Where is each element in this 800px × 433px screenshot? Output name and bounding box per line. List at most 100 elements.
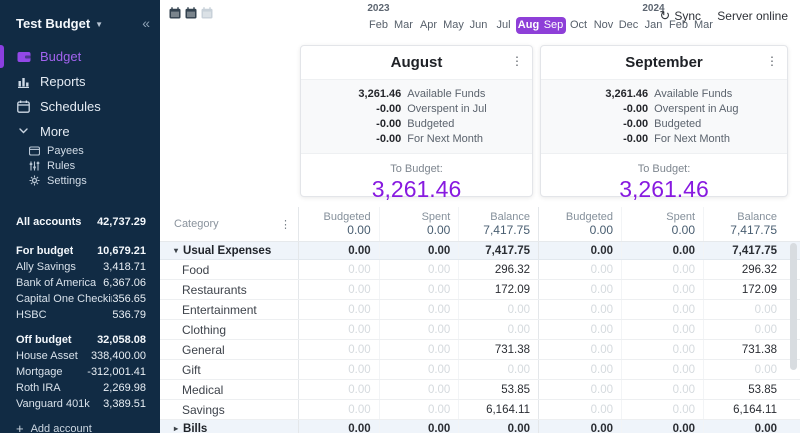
balance-cell[interactable]: 0.00 <box>703 320 785 339</box>
balance-cell[interactable]: 0.00 <box>458 360 538 379</box>
budgeted-cell[interactable]: 0.00 <box>299 340 379 359</box>
month-tab-nov-9[interactable]: Nov <box>591 17 616 34</box>
budgeted-cell[interactable]: 0.00 <box>539 300 621 319</box>
all-accounts-row[interactable]: All accounts 42,737.29 <box>16 214 146 230</box>
month-tab-may-3[interactable]: May <box>441 17 466 34</box>
sidebar-item-budget[interactable]: Budget <box>0 44 160 69</box>
balance-cell[interactable]: 53.85 <box>703 380 785 399</box>
balance-cell[interactable]: 0.00 <box>703 420 785 433</box>
account-row[interactable]: Mortgage-312,001.41 <box>16 364 146 380</box>
budgeted-cell[interactable]: 0.00 <box>539 280 621 299</box>
spent-cell[interactable]: 0.00 <box>379 380 459 399</box>
category-menu-icon[interactable]: ⋮ <box>280 218 291 231</box>
account-row[interactable]: Ally Savings3,418.71 <box>16 259 146 275</box>
balance-cell[interactable]: 0.00 <box>703 360 785 379</box>
account-row[interactable]: Roth IRA2,269.98 <box>16 380 146 396</box>
month-tab-jul-5[interactable]: Jul <box>491 17 516 34</box>
category-name-cell[interactable]: Savings <box>160 400 299 419</box>
spent-cell[interactable]: 0.00 <box>621 360 703 379</box>
spent-cell[interactable]: 0.00 <box>379 320 459 339</box>
balance-cell[interactable]: 296.32 <box>458 260 538 279</box>
budgeted-cell[interactable]: 0.00 <box>539 400 621 419</box>
calendar-toggle-icon-one-month[interactable] <box>169 6 181 24</box>
budgeted-cell[interactable]: 0.00 <box>299 380 379 399</box>
month-tab-oct-8[interactable]: Oct <box>566 17 591 34</box>
spent-cell[interactable]: 0.00 <box>379 242 459 259</box>
balance-cell[interactable]: 6,164.11 <box>703 400 785 419</box>
budgeted-cell[interactable]: 0.00 <box>299 260 379 279</box>
spent-cell[interactable]: 0.00 <box>379 400 459 419</box>
balance-cell[interactable]: 0.00 <box>458 320 538 339</box>
spent-cell[interactable]: 0.00 <box>621 260 703 279</box>
spent-cell[interactable]: 0.00 <box>621 320 703 339</box>
balance-cell[interactable]: 53.85 <box>458 380 538 399</box>
budgeted-cell[interactable]: 0.00 <box>539 320 621 339</box>
budgeted-cell[interactable]: 0.00 <box>539 420 621 433</box>
balance-cell[interactable]: 7,417.75 <box>458 242 538 259</box>
balance-cell[interactable]: 0.00 <box>703 300 785 319</box>
balance-cell[interactable]: 731.38 <box>703 340 785 359</box>
account-group-header[interactable]: Off budget32,058.08 <box>16 332 146 348</box>
spent-cell[interactable]: 0.00 <box>379 260 459 279</box>
budgeted-cell[interactable]: 0.00 <box>299 300 379 319</box>
sidebar-item-rules[interactable]: Rules <box>0 158 160 173</box>
spent-cell[interactable]: 0.00 <box>379 360 459 379</box>
budgeted-cell[interactable]: 0.00 <box>539 242 621 259</box>
spent-cell[interactable]: 0.00 <box>379 420 459 433</box>
budgeted-cell[interactable]: 0.00 <box>539 260 621 279</box>
spent-cell[interactable]: 0.00 <box>379 300 459 319</box>
month-tab-mar-1[interactable]: Mar <box>391 17 416 34</box>
budgeted-cell[interactable]: 0.00 <box>299 360 379 379</box>
budgeted-cell[interactable]: 0.00 <box>299 400 379 419</box>
account-row[interactable]: Bank of America6,367.06 <box>16 275 146 291</box>
balance-cell[interactable]: 172.09 <box>458 280 538 299</box>
to-budget-amount[interactable]: 3,261.46 <box>301 176 532 203</box>
calendar-toggle-icon-three-months[interactable] <box>201 6 213 24</box>
balance-cell[interactable]: 6,164.11 <box>458 400 538 419</box>
month-tab-feb-0[interactable]: Feb <box>366 17 391 34</box>
category-name-cell[interactable]: Clothing <box>160 320 299 339</box>
budgeted-cell[interactable]: 0.00 <box>539 380 621 399</box>
account-row[interactable]: HSBC536.79 <box>16 307 146 323</box>
category-name-cell[interactable]: Medical <box>160 380 299 399</box>
category-name-cell[interactable]: ▾Usual Expenses <box>160 242 299 259</box>
account-row[interactable]: Capital One Checking356.65 <box>16 291 146 307</box>
spent-cell[interactable]: 0.00 <box>621 380 703 399</box>
expand-triangle-icon[interactable]: ▸ <box>174 424 178 433</box>
account-row[interactable]: House Asset338,400.00 <box>16 348 146 364</box>
month-tab-sep-7[interactable]: Sep <box>541 17 566 34</box>
account-row[interactable]: Vanguard 401k3,389.51 <box>16 396 146 412</box>
sidebar-item-settings[interactable]: Settings <box>0 173 160 188</box>
spent-cell[interactable]: 0.00 <box>621 242 703 259</box>
budgeted-cell[interactable]: 0.00 <box>299 320 379 339</box>
budget-file-name[interactable]: Test Budget <box>16 16 90 31</box>
kebab-menu-icon[interactable]: ⋮ <box>766 54 778 68</box>
collapse-triangle-icon[interactable]: ▾ <box>174 246 178 255</box>
calendar-toggle-icon-two-months[interactable] <box>185 6 197 24</box>
spent-cell[interactable]: 0.00 <box>621 400 703 419</box>
sidebar-collapse-icon[interactable]: « <box>142 15 150 31</box>
category-name-cell[interactable]: Food <box>160 260 299 279</box>
sidebar-item-payees[interactable]: Payees <box>0 143 160 158</box>
kebab-menu-icon[interactable]: ⋮ <box>511 54 523 68</box>
sidebar-more-toggle[interactable]: More <box>0 119 160 143</box>
server-status-button[interactable]: Server online <box>717 9 788 23</box>
sidebar-item-reports[interactable]: Reports <box>0 69 160 94</box>
category-name-cell[interactable]: Gift <box>160 360 299 379</box>
vertical-scrollbar[interactable] <box>790 243 797 370</box>
budgeted-cell[interactable]: 0.00 <box>539 340 621 359</box>
balance-cell[interactable]: 296.32 <box>703 260 785 279</box>
category-name-cell[interactable]: Entertainment <box>160 300 299 319</box>
budget-file-dropdown-icon[interactable]: ▼ <box>95 20 103 29</box>
category-name-cell[interactable]: ▸Bills <box>160 420 299 433</box>
sync-button[interactable]: ↻ Sync <box>659 8 701 24</box>
month-tab-dec-10[interactable]: Dec <box>616 17 641 34</box>
add-account-button[interactable]: + Add account <box>0 421 160 433</box>
budgeted-cell[interactable]: 0.00 <box>299 242 379 259</box>
balance-cell[interactable]: 172.09 <box>703 280 785 299</box>
spent-cell[interactable]: 0.00 <box>621 280 703 299</box>
month-tab-jun-4[interactable]: Jun <box>466 17 491 34</box>
balance-cell[interactable]: 7,417.75 <box>703 242 785 259</box>
spent-cell[interactable]: 0.00 <box>621 340 703 359</box>
budgeted-cell[interactable]: 0.00 <box>539 360 621 379</box>
